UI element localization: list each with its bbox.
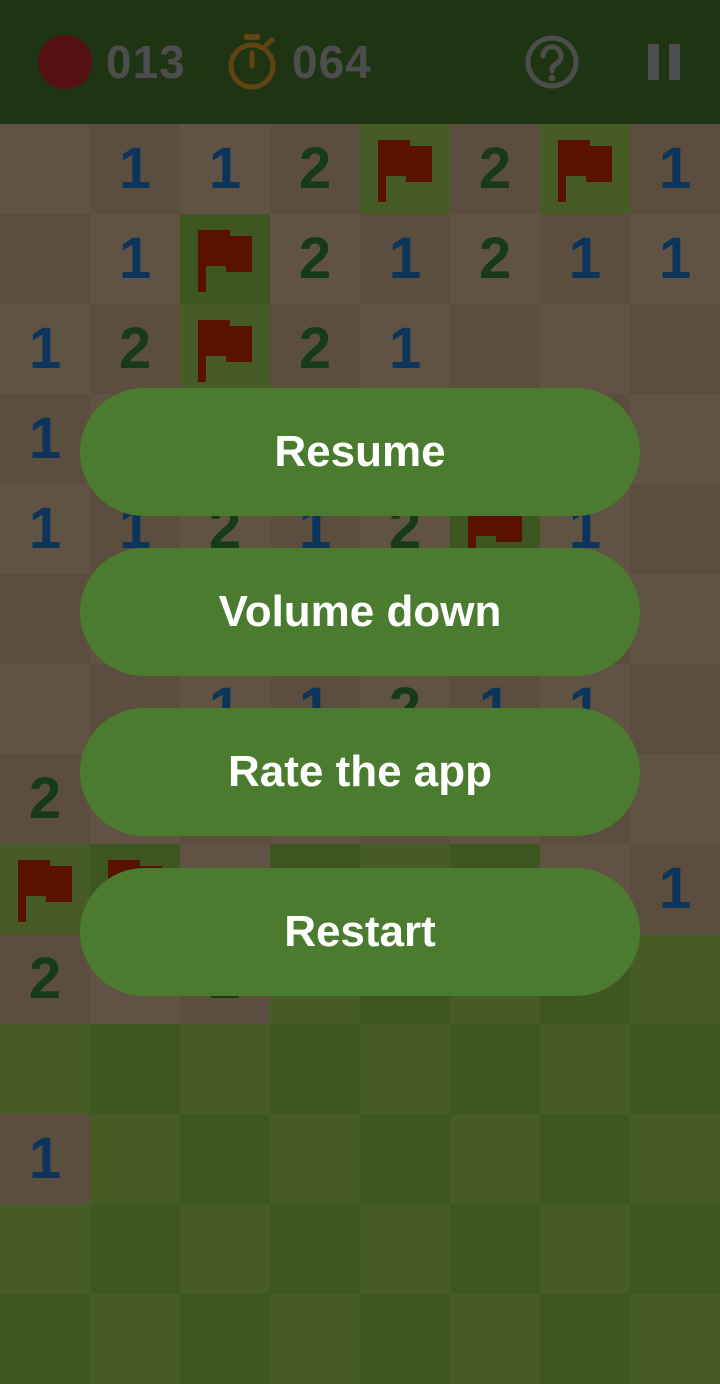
resume-button[interactable]: Resume — [80, 388, 640, 516]
pause-overlay: Resume Volume down Rate the app Restart — [0, 0, 720, 1384]
restart-button[interactable]: Restart — [80, 868, 640, 996]
rate-app-button[interactable]: Rate the app — [80, 708, 640, 836]
volume-down-button[interactable]: Volume down — [80, 548, 640, 676]
